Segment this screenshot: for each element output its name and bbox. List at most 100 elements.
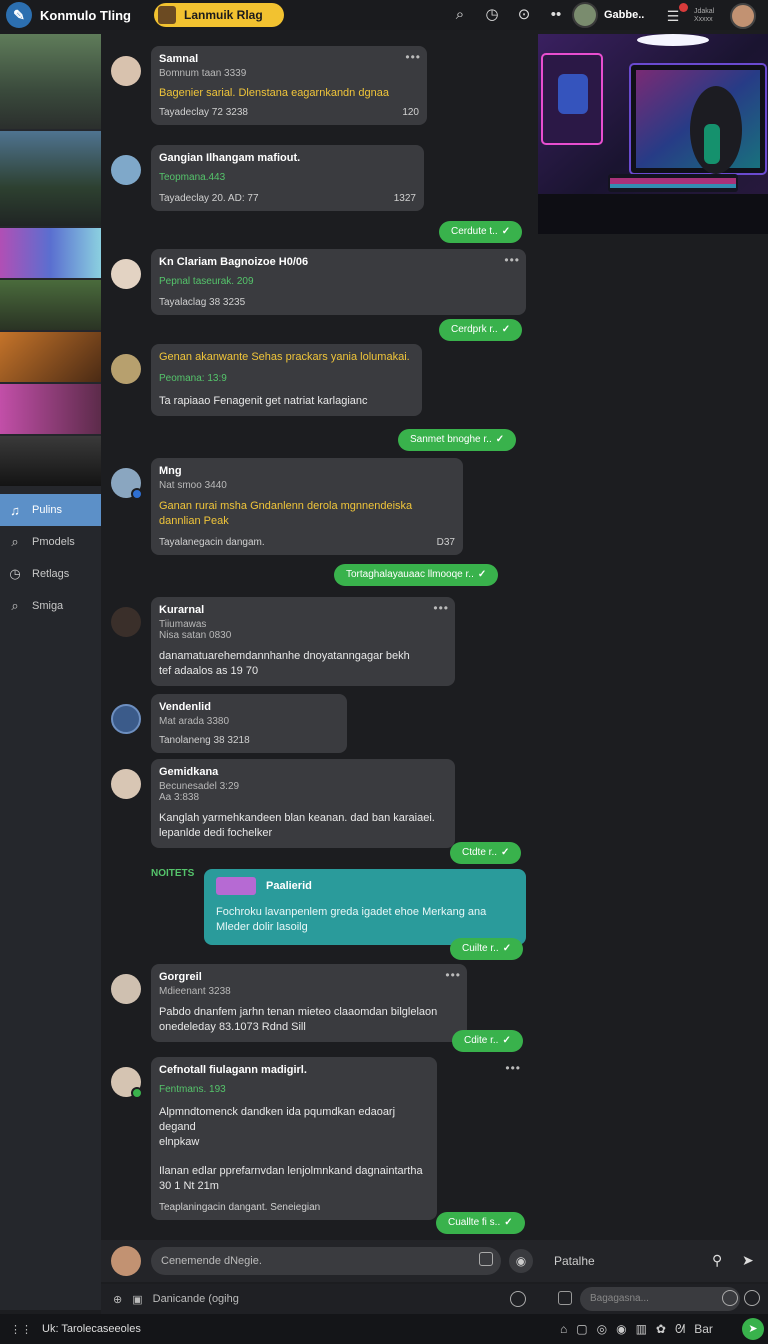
avatar[interactable] <box>111 259 141 289</box>
sender-name: Mng <box>159 465 182 477</box>
message-body: Ilanan edlar pprefarnvdan lenjolmnkand d… <box>159 1165 423 1192</box>
gear-icon[interactable]: ✿ <box>656 1322 666 1337</box>
message: Gangian Ilhangam mafiout. Teopmana.443 T… <box>111 145 424 211</box>
history-icon[interactable]: ◷ <box>482 5 502 25</box>
message-bubble: Vendenlid Mat arada 3380 Tanolaneng 38 3… <box>151 694 347 753</box>
attach-icon[interactable]: ⊕ <box>113 1293 122 1306</box>
status-bar: ⋮⋮ Uk: Tarolecaseeoles ⌂ ▢ ◎ ◉ ▥ ✿ ᘛ Bar… <box>0 1314 768 1344</box>
sent-message[interactable]: Tortaghalayauaac llmooqe r.. ✓ <box>334 564 499 586</box>
mic-icon[interactable]: ◉ <box>509 1249 533 1273</box>
thumbnail[interactable] <box>0 228 101 278</box>
avatar[interactable] <box>111 704 141 734</box>
sidebar-item-smiga[interactable]: ⌕ Smiga <box>0 590 101 622</box>
signal-icon[interactable]: ᘛ <box>675 1322 685 1337</box>
avatar[interactable] <box>111 155 141 185</box>
sent-message[interactable]: Ctdte r.. ✓ <box>450 842 522 864</box>
sidebar-item-retlags[interactable]: ◷ Retlags <box>0 558 101 590</box>
avatar[interactable] <box>111 1067 143 1099</box>
sender-name: Gangian Ilhangam mafiout. <box>159 152 301 164</box>
avatar[interactable] <box>111 56 141 86</box>
thumbnail[interactable] <box>0 131 101 226</box>
check-icon: ✓ <box>501 226 511 237</box>
highlighted-message[interactable]: Paalierid Fochroku lavanpenlem greda iga… <box>204 869 526 945</box>
toolbar-text: Danicande (ogihg <box>152 1293 239 1305</box>
more-icon[interactable]: ••• <box>445 968 461 982</box>
preview-image[interactable] <box>538 34 768 234</box>
sidebar-item-pulins[interactable]: ♫ Pulins <box>0 494 101 526</box>
avatar[interactable] <box>111 468 143 500</box>
message: Mng Nat smoo 3440 Ganan rurai msha Gndan… <box>111 458 463 555</box>
settings-icon[interactable] <box>744 1290 760 1306</box>
image-icon[interactable] <box>558 1291 572 1305</box>
message-input[interactable]: Cenemende dNegie. <box>151 1247 501 1275</box>
avatar[interactable] <box>111 607 141 637</box>
sent-message[interactable]: Sanmet bnoghe r.. ✓ <box>398 429 517 451</box>
message-text: Bagenier sarial. Dlenstana eagarnkandn d… <box>159 87 389 99</box>
emoji-icon[interactable] <box>479 1252 493 1266</box>
message: ••• Cefnotall fiulagann madigirl. Fentma… <box>111 1057 520 1220</box>
more-icon[interactable]: ••• <box>504 253 520 267</box>
sent-message[interactable]: Cerdprk r.. ✓ <box>439 319 523 341</box>
sent-message[interactable]: Cerdute t.. ✓ <box>439 221 523 243</box>
thumbnail[interactable] <box>0 332 101 382</box>
avatar[interactable] <box>111 1246 141 1276</box>
target-icon[interactable]: ◎ <box>597 1322 607 1337</box>
sent-label: Ctdte r.. <box>462 847 498 858</box>
message-bubble: ••• Kurarnal Tiiumawas Nisa satan 0830 d… <box>151 597 455 686</box>
meta-count: D37 <box>436 537 455 548</box>
right-panel-label: Patalhe <box>554 1254 595 1268</box>
notification-badge <box>679 3 688 12</box>
send-icon[interactable]: ➤ <box>742 1252 754 1269</box>
avatar[interactable] <box>111 354 141 384</box>
key-icon[interactable]: ⚲ <box>712 1252 722 1269</box>
calendar-icon[interactable]: ▥ <box>636 1322 647 1337</box>
right-panel-input[interactable]: Bagagasna... <box>580 1287 740 1311</box>
sidebar-item-pmodels[interactable]: ⌕ Pmodels <box>0 526 101 558</box>
grid-icon[interactable]: ⋮⋮ <box>10 1323 32 1336</box>
room-selector[interactable]: Lanmuik Rlag <box>154 3 284 27</box>
avatar[interactable] <box>111 769 141 799</box>
top-bar: ✎ Konmulo Tling Lanmuik Rlag ⌕ ◷ ⊙ •• Ga… <box>0 0 768 30</box>
sent-message[interactable]: Cuilte r.. ✓ <box>450 938 524 960</box>
message-bubble: Gangian Ilhangam mafiout. Teopmana.443 T… <box>151 145 424 211</box>
sent-label: Cerdprk r.. <box>451 324 498 335</box>
message-meta: Tanolaneng 38 3218 <box>159 735 339 746</box>
home-icon[interactable]: ⌂ <box>560 1322 567 1337</box>
top-user[interactable]: Gabbe.. <box>572 2 644 28</box>
thumbnail[interactable] <box>0 436 101 486</box>
avatar[interactable] <box>111 974 141 1004</box>
top-icons: ⌕ ◷ ⊙ •• <box>450 5 566 25</box>
sender-sub: Nat smoo 3440 <box>159 480 227 491</box>
thumbnail[interactable] <box>0 384 101 434</box>
thumbnail[interactable] <box>0 280 101 330</box>
file-icon[interactable]: ▣ <box>132 1293 142 1306</box>
message-meta: Tayadeclay 20. AD: 77 1327 <box>159 193 416 204</box>
more-icon[interactable]: ••• <box>405 50 421 64</box>
sent-label: Tortaghalayauaac llmooqe r.. <box>346 569 474 580</box>
meta-count: 1327 <box>393 193 416 204</box>
search-icon[interactable]: ⌕ <box>450 5 470 25</box>
sidebar-item-label: Retlags <box>32 568 70 580</box>
check-icon: ✓ <box>502 943 512 954</box>
more-icon[interactable]: ••• <box>433 601 449 615</box>
sent-label: Cdite r.. <box>464 1035 499 1046</box>
more-icon[interactable]: ••• <box>505 1061 521 1075</box>
profile-avatar[interactable] <box>730 3 756 29</box>
avatar[interactable] <box>572 2 598 28</box>
thumbnail[interactable] <box>0 34 101 129</box>
sent-message[interactable]: Cuallte fi s.. ✓ <box>436 1212 525 1234</box>
square-icon[interactable]: ▢ <box>576 1322 587 1337</box>
settings-icon[interactable]: ⊙ <box>514 5 534 25</box>
go-button[interactable]: ➤ <box>742 1318 764 1340</box>
online-badge <box>131 488 143 500</box>
check-circle-icon[interactable] <box>722 1290 738 1306</box>
sent-message[interactable]: Cdite r.. ✓ <box>452 1030 523 1052</box>
spiral-icon[interactable]: ◉ <box>616 1322 626 1337</box>
message-bubble: ••• Gorgreil Mdieenant 3238 Pabdo dnanfe… <box>151 964 467 1042</box>
app-logo-icon[interactable]: ✎ <box>6 2 32 28</box>
more-icon[interactable]: •• <box>546 5 566 25</box>
composer-toolbar: ⊕ ▣ Danicande (ogihg <box>101 1284 538 1314</box>
send-icon[interactable] <box>510 1291 526 1307</box>
notification-icon[interactable]: ☰ <box>662 3 688 27</box>
room-icon <box>158 6 176 24</box>
